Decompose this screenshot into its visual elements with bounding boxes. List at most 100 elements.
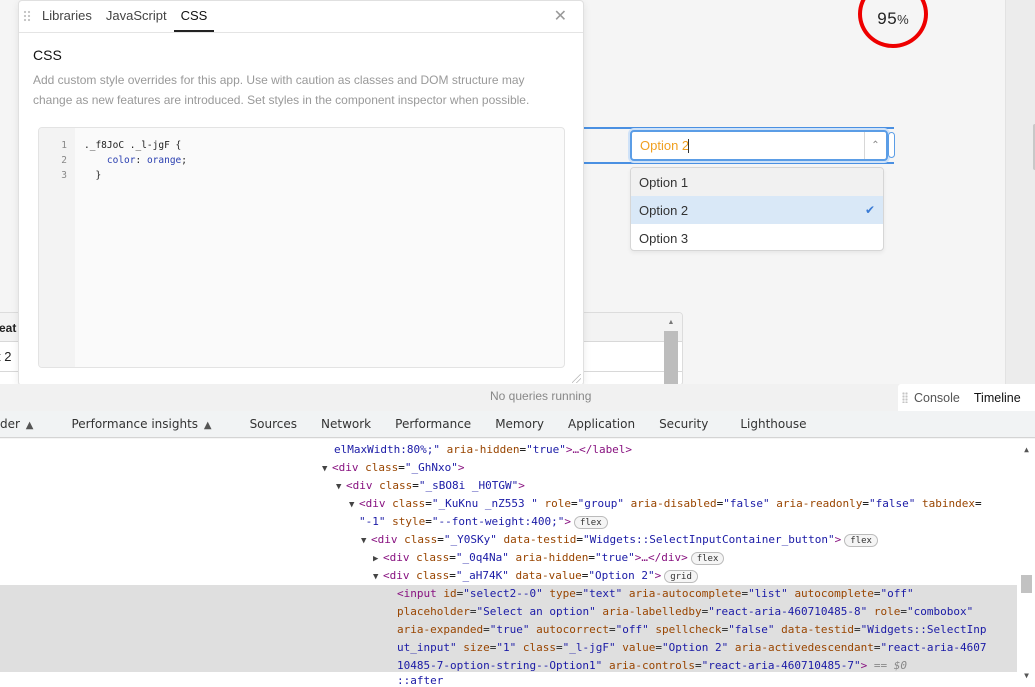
drag-handle-icon[interactable] [23, 10, 31, 22]
screen: 95% Option 2 ⌃ Option 1 Option 2 ✔ Option… [0, 0, 1035, 687]
css-code-editor[interactable]: 1 2 3 ._f8JoC ._l-jgF { color: orange; } [38, 127, 565, 368]
attr-name: class [416, 569, 450, 582]
console-ref: == $0 [867, 659, 907, 672]
table-scrollbar[interactable]: ▲ [664, 319, 678, 385]
dom-node-line[interactable]: ▼ <div class="_KuKnu _nZ553 " role="group… [349, 495, 982, 513]
attr-name: class [365, 461, 399, 474]
dropdown-option[interactable]: Option 1 [631, 168, 883, 196]
devtools-tabs: der ▲ Performance insights ▲ Sources Net… [0, 411, 1035, 438]
dom-node-line[interactable]: ▼ <div class="_GhNxo"> [322, 459, 464, 477]
expand-triangle-icon[interactable]: ▼ [349, 496, 359, 514]
chevron-up-icon[interactable]: ⌃ [864, 132, 886, 159]
code-content[interactable]: ._f8JoC ._l-jgF { color: orange; } [84, 138, 187, 183]
tab-performance-insights[interactable]: Performance insights ▲ [45, 417, 223, 431]
attr-value: "false" [869, 497, 916, 510]
attr-name: aria-disabled [630, 497, 717, 510]
layout-badge[interactable]: flex [844, 533, 878, 547]
code-editor-modal: Libraries JavaScript CSS ✕ CSS Add custo… [18, 0, 584, 386]
modal-resize-handle[interactable] [572, 374, 581, 383]
dom-node-line[interactable]: 10485-7-option-string--Option1" aria-con… [397, 657, 907, 675]
attr-value: "text" [582, 587, 623, 600]
attr-name: value [622, 641, 656, 654]
dom-node-line[interactable]: ▼ <div class="_Y0SKy" data-testid="Widget… [361, 531, 878, 549]
punctuation: = [873, 587, 881, 600]
dom-node-line[interactable]: ▼ <div class="_aH74K" data-value="Option … [373, 567, 698, 585]
elements-dom-tree: elMaxWidth:80%;" aria-hidden="true">…</l… [0, 439, 1035, 687]
tab-label: Performance insights [71, 417, 199, 431]
code-line: } [84, 168, 187, 183]
dropdown-option-selected[interactable]: Option 2 ✔ [631, 196, 883, 224]
tag-name: div [377, 533, 398, 546]
attr-value: 10485-7-option-string--Option1" [397, 659, 603, 672]
css-value: orange [146, 155, 182, 166]
css-selector: ._f8JoC ._l-jgF { [84, 140, 182, 151]
punctuation: = [483, 623, 490, 636]
tab-label: der [0, 417, 20, 431]
tab-performance[interactable]: Performance [383, 417, 483, 431]
layout-badge[interactable]: flex [573, 515, 608, 529]
attr-name: role [873, 605, 901, 618]
tab-memory[interactable]: Memory [483, 417, 556, 431]
section-description: Add custom style overrides for this app.… [33, 73, 530, 107]
tab-application[interactable]: Application [556, 417, 647, 431]
canvas-scrollbar[interactable] [1005, 0, 1035, 384]
attr-value: elMaxWidth:80%;" [334, 443, 440, 456]
drag-handle-icon[interactable] [902, 392, 908, 403]
attr-value: "Widgets::SelectInp [860, 623, 987, 636]
tab-recorder[interactable]: der ▲ [0, 417, 45, 431]
dom-node-line[interactable]: <input id="select2--0" type="text" aria-… [397, 585, 914, 603]
tag-name: div [389, 551, 410, 564]
tab-lighthouse[interactable]: Lighthouse [720, 417, 818, 431]
select-input[interactable]: Option 2 ⌃ [630, 130, 888, 161]
close-icon[interactable]: ✕ [554, 9, 567, 25]
dom-node-line[interactable]: placeholder = "Select an option" aria-labe… [397, 603, 973, 621]
expand-triangle-icon[interactable]: ▼ [373, 568, 383, 586]
select-value[interactable]: Option 2 [632, 138, 864, 154]
dom-node-line[interactable]: "-1" style="--font-weight:400;"> flex [359, 513, 608, 531]
attr-name: aria-readonly [776, 497, 863, 510]
dom-node-line[interactable]: aria-expanded="true" autocorrect="off" s… [397, 621, 987, 639]
dom-node-line[interactable]: elMaxWidth:80%;" aria-hidden="true">…</l… [334, 441, 632, 459]
tab-sources[interactable]: Sources [224, 417, 309, 431]
tab-timeline[interactable]: Timeline [974, 391, 1021, 405]
attr-name: autocomplete [794, 587, 874, 600]
expand-triangle-icon[interactable]: ▼ [361, 532, 371, 550]
collapse-triangle-icon[interactable]: ▶ [373, 550, 383, 568]
progress-circle-widget[interactable]: 95% [858, 0, 928, 48]
layout-badge[interactable]: flex [690, 551, 725, 565]
tab-security[interactable]: Security [647, 417, 720, 431]
layout-badge[interactable]: grid [664, 569, 698, 583]
tab-network[interactable]: Network [309, 417, 383, 431]
scroll-down-icon[interactable]: ▼ [1024, 671, 1029, 680]
tab-console[interactable]: Console [914, 391, 960, 405]
attr-value: "_sBO8i _H0TGW" [418, 479, 519, 492]
attr-value: "false" [723, 497, 770, 510]
punctuation: = [608, 623, 616, 636]
expand-triangle-icon[interactable]: ▼ [336, 478, 346, 496]
option-label: Option 1 [639, 174, 689, 190]
tab-javascript[interactable]: JavaScript [99, 8, 174, 32]
scroll-up-icon[interactable]: ▲ [1024, 445, 1029, 454]
tab-libraries[interactable]: Libraries [35, 8, 99, 32]
expand-triangle-icon[interactable]: ▼ [322, 460, 332, 478]
pseudo-element-after[interactable]: ::after [397, 672, 443, 687]
punctuation [622, 587, 629, 600]
attr-value: "Select an option" [476, 605, 596, 618]
dom-scrollbar[interactable]: ▲ ▼ [1017, 439, 1035, 687]
scrollbar-thumb[interactable] [664, 331, 678, 385]
dom-node-line[interactable]: ▼ <div class="_sBO8i _H0TGW"> [336, 477, 525, 495]
tab-css[interactable]: CSS [173, 8, 215, 32]
attr-value: "_GhNxo" [404, 461, 458, 474]
tag-name: div [338, 461, 359, 474]
scroll-up-icon[interactable]: ▲ [664, 319, 678, 331]
dropdown-option[interactable]: Option 3 [631, 224, 883, 250]
tag-close: >…</div> [634, 551, 688, 564]
attr-value: "group" [577, 497, 624, 510]
attr-value: "true" [594, 551, 635, 564]
widget-resize-handle[interactable] [888, 132, 895, 158]
scrollbar-thumb[interactable] [1021, 575, 1032, 593]
dom-node-line[interactable]: ut_input" size="1" class="_l-jgF" value=… [397, 639, 987, 657]
tag-name: div [352, 479, 373, 492]
select-value-text: Option 2 [640, 137, 690, 153]
dom-node-line[interactable]: ▶ <div class="_0q4Na" aria-hidden="true">… [373, 549, 725, 568]
